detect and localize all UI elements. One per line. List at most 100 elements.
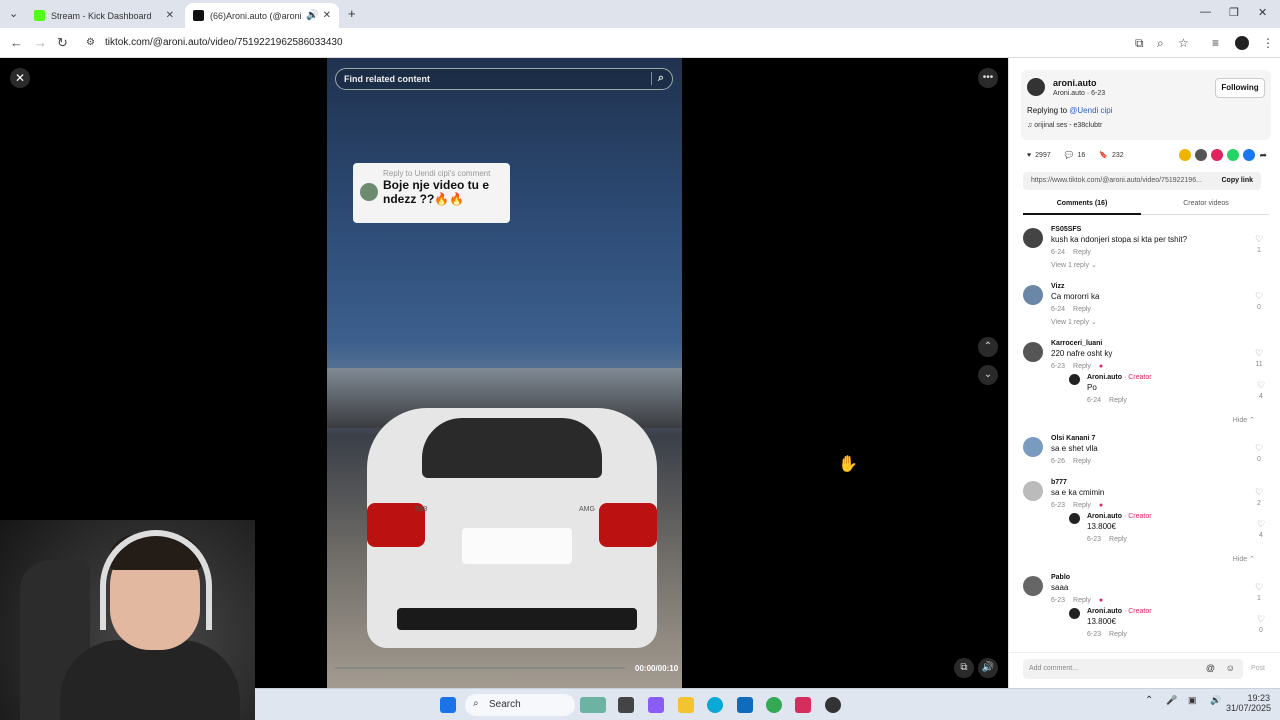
like-comment-icon[interactable]: ♡ 11 <box>1253 348 1265 368</box>
floating-player-icon[interactable]: ⧉ <box>954 658 974 678</box>
zoom-icon[interactable]: ⌕ <box>1157 36 1164 51</box>
commenter-avatar[interactable] <box>1023 437 1043 457</box>
share-arrow-icon[interactable]: ➦ <box>1259 150 1267 161</box>
reply-button[interactable]: Reply <box>1073 597 1091 604</box>
reading-list-icon[interactable]: ≡ <box>1212 36 1219 50</box>
bookmark-star-icon[interactable]: ☆ <box>1178 36 1189 50</box>
comment-user[interactable]: Karroceri_luani <box>1051 340 1231 347</box>
url-field[interactable]: tiktok.com/@aroni.auto/video/75192219625… <box>105 37 343 48</box>
outlook-icon[interactable] <box>737 697 753 713</box>
hide-replies-button[interactable]: Hide ⌃ <box>1233 555 1255 563</box>
previous-video-icon[interactable]: ⌃ <box>978 337 998 357</box>
whatsapp-icon[interactable] <box>1227 149 1240 161</box>
emoji-icon[interactable]: ☺ <box>1226 663 1235 673</box>
facebook-icon[interactable] <box>1243 149 1256 161</box>
speaker-icon[interactable]: 🔊 <box>306 10 318 21</box>
tab-creator-videos[interactable]: Creator videos <box>1147 198 1265 207</box>
tab-kick-dashboard[interactable]: Stream - Kick Dashboard ✕ <box>26 3 182 28</box>
task-view-icon[interactable] <box>618 697 634 713</box>
like-reply-icon[interactable]: ♡ 0 <box>1255 614 1267 634</box>
reload-icon[interactable]: ↻ <box>57 35 68 51</box>
reply-button[interactable]: Reply <box>1109 397 1127 404</box>
like-comment-icon[interactable]: ♡ 0 <box>1253 291 1265 311</box>
mention-icon[interactable]: @ <box>1206 663 1215 673</box>
forward-icon[interactable]: → <box>34 35 47 50</box>
author-handle[interactable]: aroni.auto <box>1053 78 1097 88</box>
volume-tray-icon[interactable]: 🔊 <box>1210 695 1221 706</box>
related-search-input[interactable]: Find related content ⌕ <box>335 68 673 90</box>
like-comment-icon[interactable]: ♡ 1 <box>1253 582 1265 602</box>
close-tab-icon[interactable]: ✕ <box>166 10 174 21</box>
creator-avatar[interactable] <box>1069 513 1080 524</box>
coin-share-icon[interactable] <box>1179 149 1192 161</box>
replying-to-link[interactable]: @Uendi cipi <box>1069 106 1112 115</box>
reply-user[interactable]: Aroni.auto <box>1087 513 1122 520</box>
tab-comments[interactable]: Comments (16) <box>1023 198 1141 215</box>
comment-user[interactable]: Pablo <box>1051 574 1231 581</box>
maximize-icon[interactable]: ❐ <box>1229 6 1239 19</box>
minimize-icon[interactable]: — <box>1200 6 1211 18</box>
back-icon[interactable]: ← <box>10 35 23 50</box>
chrome-icon[interactable] <box>766 697 782 713</box>
app-icon[interactable] <box>795 697 811 713</box>
tray-chevron-icon[interactable]: ⌃ <box>1145 695 1153 706</box>
like-comment-icon[interactable]: ♡ 0 <box>1253 443 1265 463</box>
like-reply-icon[interactable]: ♡ 4 <box>1255 380 1267 400</box>
bookmark-icon[interactable]: 🔖 <box>1099 151 1108 159</box>
close-tab-icon[interactable]: ✕ <box>323 10 331 21</box>
video-progress-bar[interactable] <box>335 667 625 669</box>
volume-icon[interactable]: 🔊 <box>978 658 998 678</box>
reply-button[interactable]: Reply <box>1109 536 1127 543</box>
comment-user[interactable]: Olsi Kanani 7 <box>1051 435 1231 442</box>
close-window-icon[interactable]: ✕ <box>1258 6 1267 19</box>
next-video-icon[interactable]: ⌄ <box>978 365 998 385</box>
copy-link-button[interactable]: Copy link <box>1221 177 1253 184</box>
video-player[interactable]: E63 AMG Find related content ⌕ Reply to … <box>327 58 682 688</box>
menu-icon[interactable]: ⋮ <box>1262 36 1274 50</box>
network-icon[interactable]: ▣ <box>1188 695 1197 706</box>
like-reply-icon[interactable]: ♡ 4 <box>1255 519 1267 539</box>
cast-icon[interactable]: ⧉ <box>1135 36 1144 51</box>
reply-button[interactable]: Reply <box>1109 631 1127 638</box>
creator-avatar[interactable] <box>1069 608 1080 619</box>
commenter-avatar[interactable] <box>1023 481 1043 501</box>
file-explorer-icon[interactable] <box>678 697 694 713</box>
taskbar-search[interactable]: ⌕ Search <box>465 694 575 716</box>
comment-user[interactable]: b777 <box>1051 479 1231 486</box>
author-avatar[interactable] <box>1027 78 1045 96</box>
commenter-avatar[interactable] <box>1023 576 1043 596</box>
comment-user[interactable]: Vizz <box>1051 283 1231 290</box>
edge-icon[interactable] <box>707 697 723 713</box>
comment-icon[interactable]: 💬 <box>1065 151 1074 159</box>
commenter-avatar[interactable] <box>1023 285 1043 305</box>
comment-user[interactable]: FS05SFS <box>1051 226 1231 233</box>
search-icon[interactable]: ⌕ <box>650 72 664 85</box>
post-button[interactable]: Post <box>1251 665 1265 672</box>
following-button[interactable]: Following <box>1215 78 1265 98</box>
reply-button[interactable]: Reply <box>1073 363 1091 370</box>
new-tab-icon[interactable]: + <box>348 6 356 21</box>
creator-avatar[interactable] <box>1069 374 1080 385</box>
sound-link[interactable]: orijinal ses - e38clubtr <box>1034 122 1102 129</box>
like-comment-icon[interactable]: ♡ 1 <box>1253 234 1265 254</box>
obs-icon[interactable] <box>825 697 841 713</box>
reply-button[interactable]: Reply <box>1073 458 1091 465</box>
tab-list-icon[interactable]: ⌄ <box>9 7 18 20</box>
embed-share-icon[interactable] <box>1195 149 1208 161</box>
more-options-icon[interactable]: ••• <box>978 68 998 88</box>
reply-user[interactable]: Aroni.auto <box>1087 374 1122 381</box>
reply-user[interactable]: Aroni.auto <box>1087 608 1122 615</box>
start-icon[interactable] <box>440 697 456 713</box>
tab-tiktok[interactable]: (66)Aroni.auto (@aroni.auto 🔊 ✕ <box>185 3 339 28</box>
add-comment-input[interactable]: Add comment... @ ☺ <box>1023 659 1243 679</box>
commenter-avatar[interactable] <box>1023 342 1043 362</box>
heart-icon[interactable]: ♥ <box>1027 152 1031 159</box>
site-info-icon[interactable]: ⚙ <box>86 37 95 48</box>
profile-avatar[interactable] <box>1235 36 1249 50</box>
reply-button[interactable]: Reply <box>1073 502 1091 509</box>
view-replies-button[interactable]: View 1 reply ⌄ <box>1051 318 1231 326</box>
reply-button[interactable]: Reply <box>1073 249 1091 256</box>
view-replies-button[interactable]: View 1 reply ⌄ <box>1051 261 1231 269</box>
copilot-icon[interactable] <box>648 697 664 713</box>
clock[interactable]: 19:23 31/07/2025 <box>1226 693 1271 713</box>
